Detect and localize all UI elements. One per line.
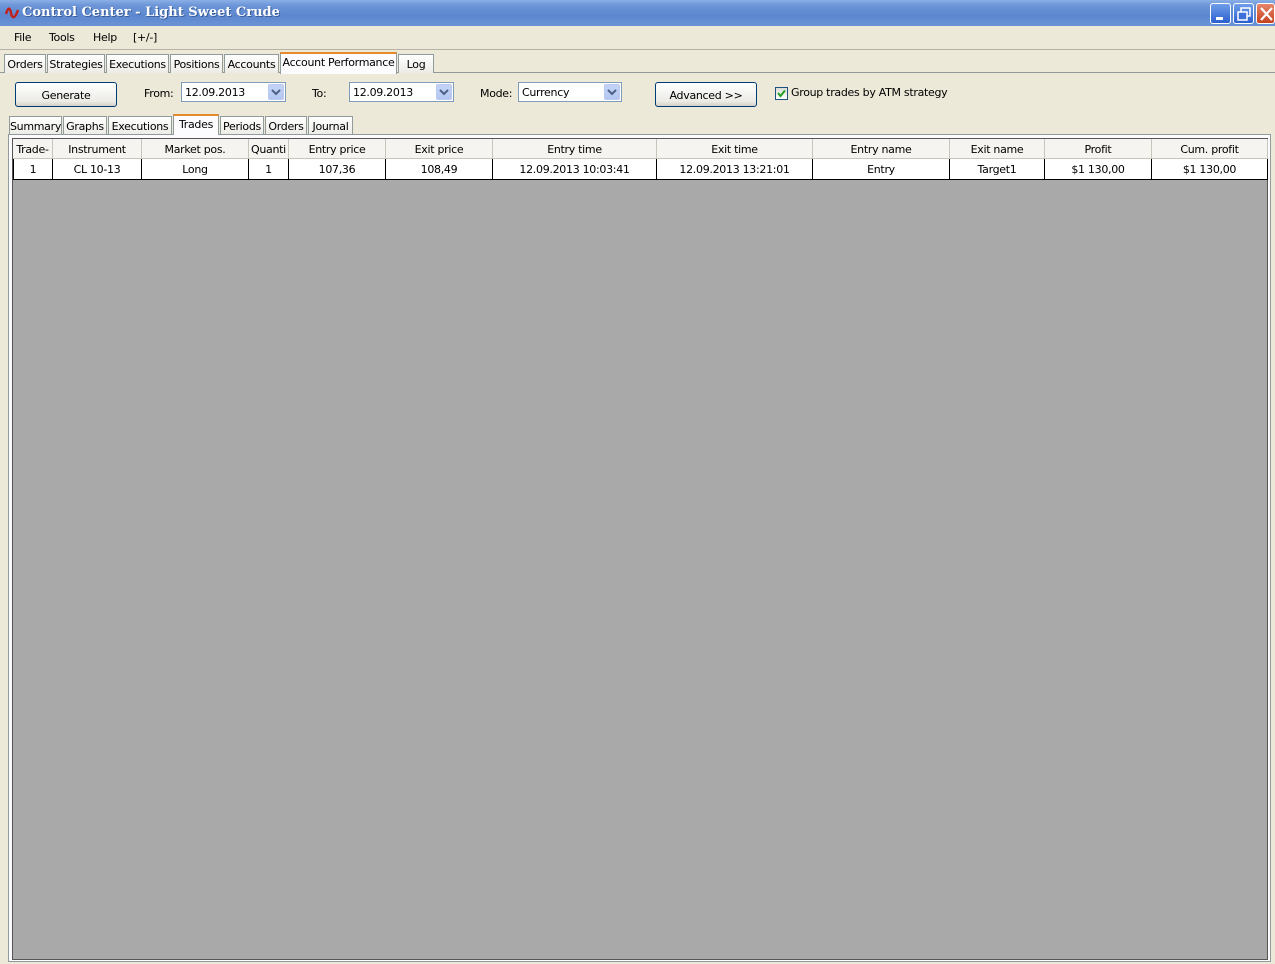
grid-header: Trade- Instrument Market pos. Quanti Ent…: [13, 139, 1268, 159]
close-button[interactable]: [1256, 3, 1275, 24]
chevron-down-icon[interactable]: [268, 84, 284, 100]
to-label: To:: [312, 87, 327, 100]
mode-select[interactable]: Currency: [518, 82, 622, 102]
minimize-icon: [1216, 17, 1223, 20]
entry-price-cell: 107,36: [289, 159, 386, 180]
minimize-button[interactable]: [1210, 3, 1231, 24]
subtab-graphs[interactable]: Graphs: [63, 116, 107, 135]
restore-icon: [1237, 7, 1251, 21]
window-title: Control Center - Light Sweet Crude: [22, 5, 280, 20]
advanced-button[interactable]: Advanced >>: [655, 82, 757, 107]
column-header[interactable]: Profit: [1045, 139, 1152, 159]
menu-toggle[interactable]: [+/-]: [133, 31, 157, 44]
column-header[interactable]: Entry time: [493, 139, 657, 159]
column-header[interactable]: Trade-: [13, 139, 53, 159]
table-row[interactable]: 1 CL 10-13 Long 1 107,36 108,49 12.09.20…: [13, 159, 1268, 180]
mode-value: Currency: [522, 86, 570, 99]
subtab-periods[interactable]: Periods: [220, 116, 264, 135]
column-header[interactable]: Quanti: [249, 139, 289, 159]
column-header[interactable]: Exit price: [386, 139, 493, 159]
title-bar[interactable]: Control Center - Light Sweet Crude: [0, 0, 1275, 26]
cum-profit-cell: $1 130,00: [1152, 159, 1268, 180]
chevron-down-icon[interactable]: [604, 84, 620, 100]
app-logo-icon: [4, 7, 20, 19]
trade-number-cell: 1: [13, 159, 53, 180]
group-trades-label[interactable]: Group trades by ATM strategy: [791, 86, 948, 99]
entry-name-cell: Entry: [813, 159, 950, 180]
column-header[interactable]: Market pos.: [142, 139, 249, 159]
tab-strategies[interactable]: Strategies: [47, 54, 105, 73]
from-date-value: 12.09.2013: [185, 86, 245, 99]
tab-positions[interactable]: Positions: [170, 54, 223, 73]
tab-log[interactable]: Log: [398, 54, 434, 73]
subtab-summary[interactable]: Summary: [9, 116, 62, 135]
exit-name-cell: Target1: [950, 159, 1045, 180]
subtab-journal[interactable]: Journal: [308, 116, 353, 135]
column-header[interactable]: Instrument: [53, 139, 142, 159]
quantity-cell: 1: [249, 159, 289, 180]
tab-accounts[interactable]: Accounts: [224, 54, 279, 73]
menu-file[interactable]: File: [14, 31, 32, 44]
tab-account-performance[interactable]: Account Performance: [280, 52, 397, 74]
subtab-trades[interactable]: Trades: [173, 114, 219, 135]
column-header[interactable]: Exit time: [657, 139, 813, 159]
tab-executions[interactable]: Executions: [106, 54, 169, 73]
column-header[interactable]: Entry price: [289, 139, 386, 159]
generate-button[interactable]: Generate: [15, 82, 117, 107]
group-trades-checkbox[interactable]: [775, 87, 788, 100]
menu-help[interactable]: Help: [93, 31, 117, 44]
entry-time-cell: 12.09.2013 10:03:41: [493, 159, 657, 180]
to-date-value: 12.09.2013: [353, 86, 413, 99]
close-icon: [1260, 7, 1273, 21]
from-date-picker[interactable]: 12.09.2013: [181, 82, 286, 102]
exit-time-cell: 12.09.2013 13:21:01: [657, 159, 813, 180]
tab-orders[interactable]: Orders: [4, 54, 46, 73]
instrument-cell: CL 10-13: [53, 159, 142, 180]
performance-tab-strip: Summary Graphs Executions Trades Periods…: [0, 114, 1275, 135]
mode-label: Mode:: [480, 87, 513, 100]
column-header[interactable]: Cum. profit: [1152, 139, 1268, 159]
subtab-orders[interactable]: Orders: [265, 116, 307, 135]
subtab-executions[interactable]: Executions: [108, 116, 172, 135]
main-tab-strip: Orders Strategies Executions Positions A…: [0, 52, 1275, 74]
checkmark-icon: [777, 89, 786, 98]
exit-price-cell: 108,49: [386, 159, 493, 180]
column-header[interactable]: Exit name: [950, 139, 1045, 159]
restore-button[interactable]: [1233, 3, 1254, 24]
chevron-down-icon[interactable]: [436, 84, 452, 100]
profit-cell: $1 130,00: [1045, 159, 1152, 180]
column-header[interactable]: Entry name: [813, 139, 950, 159]
trades-grid[interactable]: Trade- Instrument Market pos. Quanti Ent…: [12, 138, 1268, 960]
market-pos-cell: Long: [142, 159, 249, 180]
to-date-picker[interactable]: 12.09.2013: [349, 82, 454, 102]
menu-tools[interactable]: Tools: [49, 31, 75, 44]
from-label: From:: [144, 87, 174, 100]
menu-bar: File Tools Help [+/-]: [0, 26, 1275, 50]
